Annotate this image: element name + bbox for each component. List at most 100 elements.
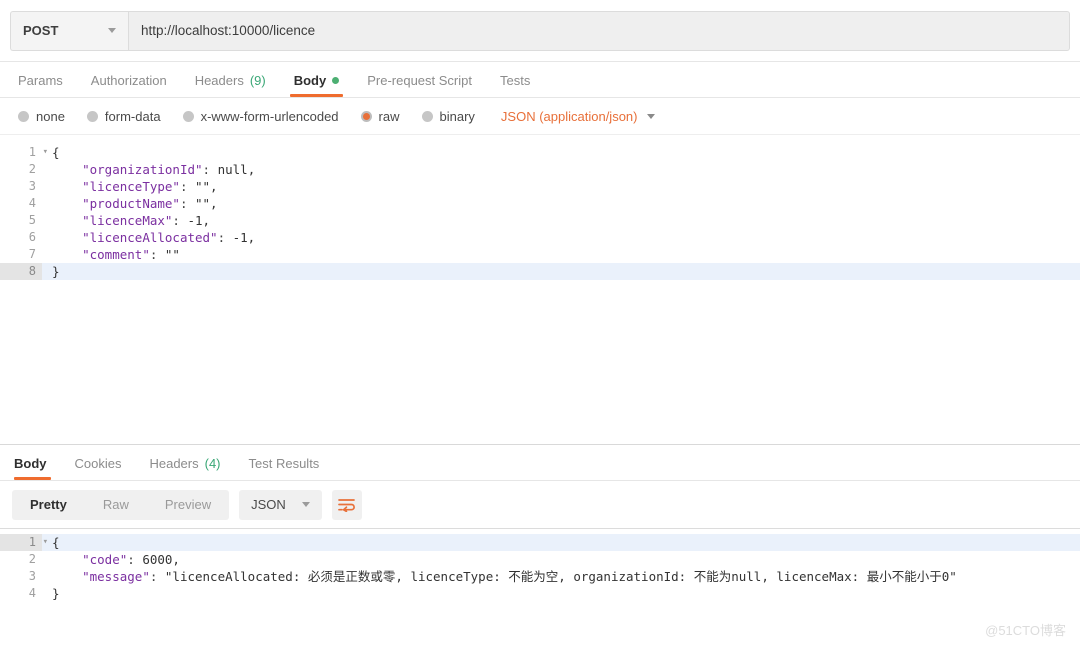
body-type-raw[interactable]: raw [361, 109, 400, 124]
response-view-mode-group: Pretty Raw Preview [12, 490, 229, 520]
radio-selected-icon [361, 111, 372, 122]
response-format-label: JSON [251, 497, 286, 512]
body-type-label: raw [379, 109, 400, 124]
line-number: 4 [0, 195, 42, 212]
code-line[interactable]: 1▾{ [0, 534, 1080, 551]
chevron-down-icon [108, 28, 116, 33]
http-method-label: POST [23, 23, 58, 38]
body-type-label: x-www-form-urlencoded [201, 109, 339, 124]
code-text: "licenceType": "", [42, 178, 1080, 195]
tab-label: Pre-request Script [367, 73, 472, 88]
word-wrap-button[interactable] [332, 490, 362, 520]
line-number: 6 [0, 229, 42, 246]
code-text: "licenceAllocated": -1, [42, 229, 1080, 246]
response-tab-cookies[interactable]: Cookies [61, 456, 136, 480]
code-line[interactable]: 6 "licenceAllocated": -1, [0, 229, 1080, 246]
chevron-down-icon [302, 502, 310, 507]
chevron-down-icon [647, 114, 655, 119]
view-mode-raw[interactable]: Raw [85, 490, 147, 520]
code-line[interactable]: 1▾{ [0, 144, 1080, 161]
view-mode-label: Preview [165, 497, 211, 512]
code-text: { [42, 144, 1080, 161]
body-type-form-data[interactable]: form-data [87, 109, 161, 124]
line-number: 8 [0, 263, 42, 280]
radio-icon [422, 111, 433, 122]
code-line[interactable]: 2 "organizationId": null, [0, 161, 1080, 178]
code-line[interactable]: 3 "message": "licenceAllocated: 必须是正数或零,… [0, 568, 1080, 585]
tab-authorization[interactable]: Authorization [77, 73, 181, 97]
fold-arrow-icon[interactable]: ▾ [43, 534, 48, 551]
tab-body[interactable]: Body [280, 73, 354, 97]
radio-icon [18, 111, 29, 122]
word-wrap-icon [338, 498, 355, 512]
tab-label: Headers [149, 456, 198, 471]
body-type-x-www-form-urlencoded[interactable]: x-www-form-urlencoded [183, 109, 339, 124]
postman-window: POST http://localhost:10000/licence Para… [0, 0, 1080, 647]
line-number: 2 [0, 161, 42, 178]
code-line[interactable]: 7 "comment": "" [0, 246, 1080, 263]
tab-label: Body [294, 73, 327, 88]
line-number: 1▾ [0, 534, 42, 551]
code-line[interactable]: 2 "code": 6000, [0, 551, 1080, 568]
tab-label: Headers [195, 73, 244, 88]
response-tab-test-results[interactable]: Test Results [235, 456, 334, 480]
request-url-bar: POST http://localhost:10000/licence [0, 0, 1080, 62]
view-mode-label: Raw [103, 497, 129, 512]
tab-badge: (9) [250, 73, 266, 88]
body-type-row: none form-data x-www-form-urlencoded raw… [0, 98, 1080, 135]
tab-label: Authorization [91, 73, 167, 88]
line-number: 1▾ [0, 144, 42, 161]
code-text: "licenceMax": -1, [42, 212, 1080, 229]
tab-tests[interactable]: Tests [486, 73, 544, 97]
code-text: } [42, 263, 1080, 280]
request-url-input[interactable]: http://localhost:10000/licence [128, 11, 1070, 51]
code-text: "productName": "", [42, 195, 1080, 212]
line-number: 3 [0, 568, 42, 585]
code-line[interactable]: 8} [0, 263, 1080, 280]
response-format-select[interactable]: JSON [239, 490, 322, 520]
content-type-label: JSON (application/json) [501, 109, 638, 124]
tab-badge: (4) [205, 456, 221, 471]
response-tab-body[interactable]: Body [14, 456, 61, 480]
view-mode-pretty[interactable]: Pretty [12, 490, 85, 520]
body-type-none[interactable]: none [18, 109, 65, 124]
body-type-binary[interactable]: binary [422, 109, 475, 124]
code-line[interactable]: 4} [0, 585, 1080, 602]
tab-label: Test Results [249, 456, 320, 471]
line-number: 5 [0, 212, 42, 229]
http-method-select[interactable]: POST [10, 11, 128, 51]
code-text: "organizationId": null, [42, 161, 1080, 178]
tab-headers[interactable]: Headers (9) [181, 73, 280, 97]
response-tabs: Body Cookies Headers (4) Test Results [0, 445, 1080, 481]
view-mode-label: Pretty [30, 497, 67, 512]
tab-label: Cookies [75, 456, 122, 471]
tab-label: Tests [500, 73, 530, 88]
code-line[interactable]: 5 "licenceMax": -1, [0, 212, 1080, 229]
code-text: { [42, 534, 1080, 551]
request-url-value: http://localhost:10000/licence [141, 23, 315, 38]
tab-params[interactable]: Params [18, 73, 77, 97]
code-line[interactable]: 4 "productName": "", [0, 195, 1080, 212]
fold-arrow-icon[interactable]: ▾ [43, 144, 48, 161]
tab-pre-request-script[interactable]: Pre-request Script [353, 73, 486, 97]
line-number: 3 [0, 178, 42, 195]
body-modified-dot-icon [332, 77, 339, 84]
response-tab-headers[interactable]: Headers (4) [135, 456, 234, 480]
response-toolbar: Pretty Raw Preview JSON [0, 481, 1080, 528]
request-tabs: Params Authorization Headers (9) Body Pr… [0, 62, 1080, 98]
view-mode-preview[interactable]: Preview [147, 490, 229, 520]
code-text: } [42, 585, 1080, 602]
radio-icon [87, 111, 98, 122]
code-text: "comment": "" [42, 246, 1080, 263]
watermark: @51CTO博客 [985, 620, 1066, 639]
body-type-label: none [36, 109, 65, 124]
code-line[interactable]: 3 "licenceType": "", [0, 178, 1080, 195]
content-type-select[interactable]: JSON (application/json) [501, 109, 656, 124]
line-number: 2 [0, 551, 42, 568]
line-number: 4 [0, 585, 42, 602]
radio-icon [183, 111, 194, 122]
body-type-label: form-data [105, 109, 161, 124]
response-body-editor[interactable]: 1▾{2 "code": 6000,3 "message": "licenceA… [0, 528, 1080, 647]
request-body-editor[interactable]: 1▾{2 "organizationId": null,3 "licenceTy… [0, 135, 1080, 445]
code-text: "code": 6000, [42, 551, 1080, 568]
